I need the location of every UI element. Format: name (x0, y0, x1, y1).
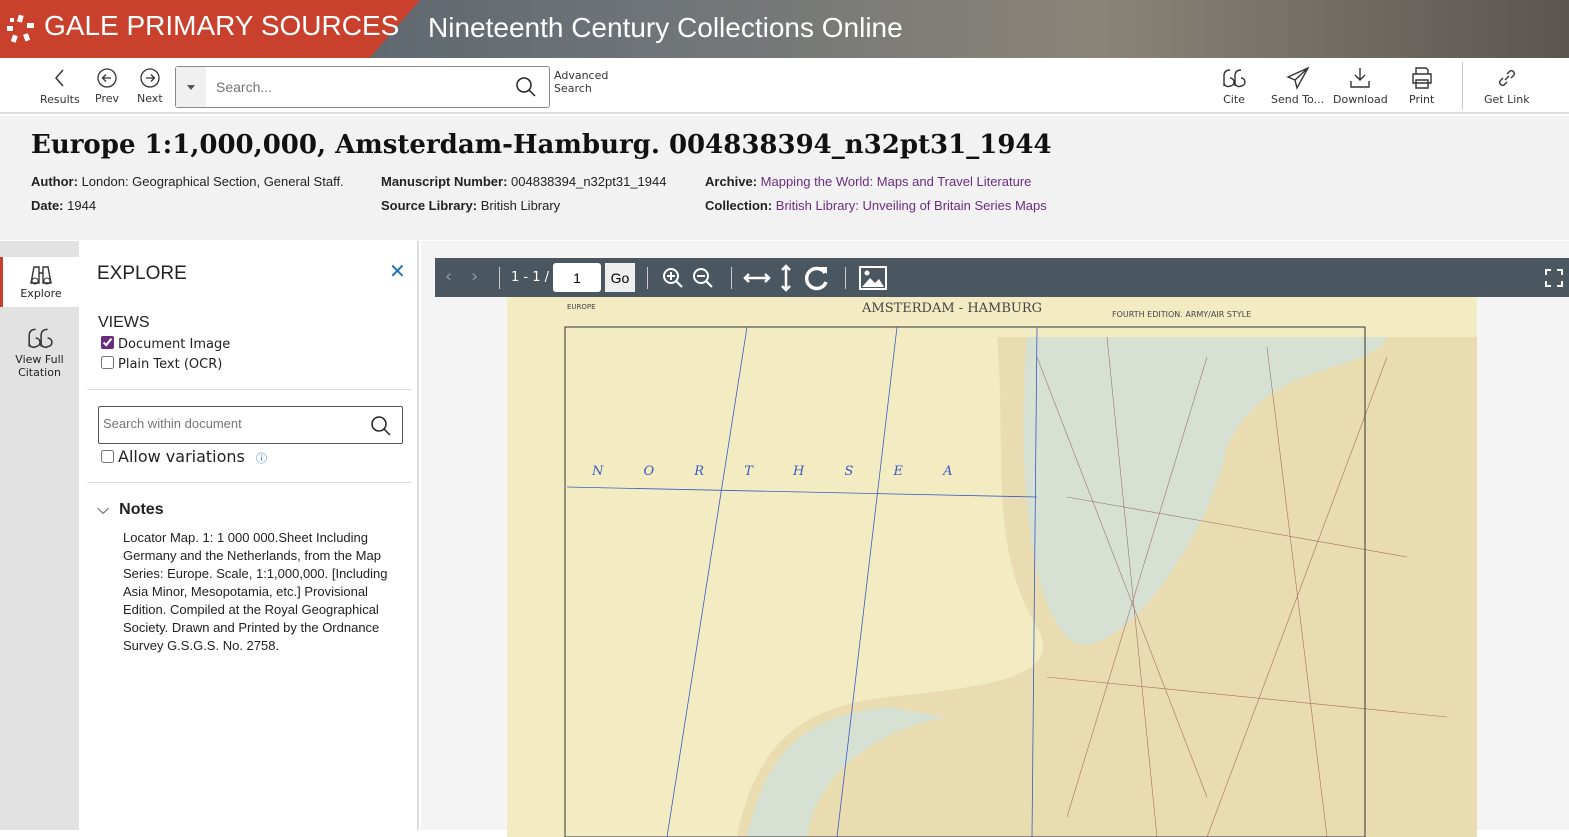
search-label: Search (554, 82, 592, 95)
document-viewer: ‹ › 1 - 1 / Go AMSTERDAM - HAMBURG FOURT… (421, 241, 1569, 837)
results-label: Results (40, 93, 80, 106)
toolbar-divider (1462, 62, 1463, 110)
collection-link[interactable]: British Library: Unveiling of Britain Se… (776, 198, 1047, 213)
allow-variations-option[interactable]: Allow variations ⓘ (101, 447, 267, 466)
viewer-toolbar: ‹ › 1 - 1 / Go (435, 258, 1569, 297)
views-heading: VIEWS (98, 314, 150, 331)
rail-explore[interactable]: Explore (0, 257, 79, 307)
date-field: Date: 1944 (31, 198, 97, 213)
citation-label-2: Citation (18, 366, 61, 379)
search-within-input[interactable] (103, 416, 363, 431)
search-input[interactable] (216, 75, 506, 99)
archive-link[interactable]: Mapping the World: Maps and Travel Liter… (761, 174, 1032, 189)
prev-page-icon[interactable]: ‹ (445, 266, 452, 287)
quote-icon (27, 328, 53, 348)
document-metadata: Europe 1:1,000,000, Amsterdam-Hamburg. 0… (0, 116, 1569, 240)
collection-title[interactable]: Nineteenth Century Collections Online (428, 12, 903, 44)
chevron-down-icon: ⌵ (97, 501, 110, 518)
prev-button[interactable]: Prev (95, 67, 119, 105)
search-type-dropdown[interactable] (176, 67, 206, 107)
cite-label: Cite (1223, 93, 1245, 106)
close-icon[interactable]: ✕ (389, 259, 406, 283)
get-link-label: Get Link (1484, 93, 1530, 106)
map-title: AMSTERDAM - HAMBURG (861, 301, 1042, 316)
send-icon (1285, 66, 1310, 90)
rail-view-full-citation[interactable]: View Full Citation (0, 325, 79, 379)
quote-icon (1223, 69, 1246, 88)
source-library-field: Source Library: British Library (381, 198, 561, 213)
map-image[interactable]: AMSTERDAM - HAMBURG FOURTH EDITION. ARMY… (507, 297, 1477, 837)
divider (87, 482, 411, 483)
send-to-button[interactable]: Send To... (1271, 66, 1324, 106)
printer-icon (1411, 67, 1432, 89)
sea-label: N O R T H S E A (591, 464, 971, 479)
document-image-label: Document Image (118, 337, 231, 352)
send-to-label: Send To... (1271, 93, 1325, 106)
download-label: Download (1333, 93, 1388, 106)
document-image-checkbox[interactable] (101, 336, 114, 349)
allow-variations-label: Allow variations (118, 447, 245, 466)
binoculars-icon (30, 266, 52, 285)
zoom-out-icon[interactable] (691, 266, 715, 290)
search-box (175, 66, 550, 108)
map-drawing: AMSTERDAM - HAMBURG FOURTH EDITION. ARMY… (564, 301, 1477, 837)
notes-toggle[interactable]: ⌵ Notes (97, 501, 164, 519)
header-banner: GALE PRIMARY SOURCES Nineteenth Century … (0, 0, 1569, 58)
search-icon[interactable] (515, 76, 537, 98)
next-label: Next (137, 92, 163, 105)
link-icon (1498, 70, 1515, 86)
print-button[interactable]: Print (1409, 66, 1434, 106)
plain-text-label: Plain Text (OCR) (118, 357, 223, 372)
document-image-option[interactable]: Document Image (101, 336, 230, 352)
download-icon (1350, 68, 1371, 88)
get-link-button[interactable]: Get Link (1484, 66, 1530, 106)
author-field: Author: London: Geographical Section, Ge… (31, 174, 344, 189)
plain-text-option[interactable]: Plain Text (OCR) (101, 356, 222, 372)
rotate-icon[interactable] (803, 264, 831, 292)
download-button[interactable]: Download (1333, 66, 1388, 106)
cite-button[interactable]: Cite (1222, 66, 1246, 106)
search-within-box (98, 406, 403, 444)
side-rail: Explore View Full Citation (0, 241, 79, 830)
help-icon[interactable]: ⓘ (256, 452, 267, 465)
advanced-search-link[interactable]: Advanced Search (554, 69, 608, 95)
notes-text: Locator Map. 1: 1 000 000.Sheet Includin… (123, 530, 388, 653)
notes-heading: Notes (119, 501, 164, 518)
plain-text-checkbox[interactable] (101, 356, 114, 369)
arrow-right-circle-icon (140, 68, 160, 88)
document-title: Europe 1:1,000,000, Amsterdam-Hamburg. 0… (31, 130, 1052, 160)
go-button[interactable]: Go (605, 263, 635, 292)
gale-logo-icon (7, 14, 34, 43)
image-icon[interactable] (859, 266, 887, 290)
map-edition: FOURTH EDITION. ARMY/AIR STYLE (1112, 310, 1251, 319)
results-button[interactable]: Results (40, 66, 80, 106)
divider (87, 389, 411, 390)
page-range: 1 - 1 / (511, 270, 550, 285)
fit-height-icon[interactable] (778, 263, 794, 293)
fullscreen-icon[interactable] (1545, 269, 1563, 287)
prev-label: Prev (95, 92, 119, 105)
map-corner-label: EUROPE (567, 303, 596, 311)
explore-panel: EXPLORE ✕ VIEWS Document Image Plain Tex… (79, 241, 419, 830)
explore-heading: EXPLORE (97, 263, 187, 284)
page-number-input[interactable] (553, 263, 601, 292)
next-page-icon[interactable]: › (471, 266, 478, 287)
archive-field: Archive: Mapping the World: Maps and Tra… (705, 174, 1032, 189)
toolbar: Results Prev Next AdvancedSearch Cite Se… (0, 58, 1569, 114)
print-label: Print (1409, 93, 1435, 106)
allow-variations-checkbox[interactable] (101, 450, 114, 463)
arrow-left-circle-icon (97, 68, 117, 88)
zoom-in-icon[interactable] (661, 266, 685, 290)
explore-label: Explore (20, 287, 62, 300)
next-button[interactable]: Next (137, 67, 163, 105)
manuscript-field: Manuscript Number: 004838394_n32pt31_194… (381, 174, 667, 189)
collection-field: Collection: British Library: Unveiling o… (705, 198, 1047, 213)
advanced-label: Advanced (554, 69, 609, 82)
citation-label-1: View Full (15, 353, 64, 366)
search-icon[interactable] (370, 415, 392, 437)
brand-name[interactable]: GALE PRIMARY SOURCES (44, 10, 399, 42)
chevron-left-icon (54, 69, 64, 87)
fit-width-icon[interactable] (742, 266, 772, 290)
